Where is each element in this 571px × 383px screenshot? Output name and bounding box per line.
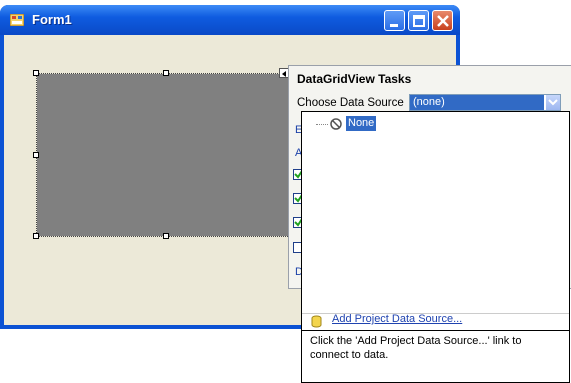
minimize-button[interactable]	[384, 10, 405, 31]
resize-handle-top-left[interactable]	[33, 70, 39, 76]
data-source-value: (none)	[410, 95, 544, 110]
tree-connector	[316, 124, 328, 126]
window-title: Form1	[32, 12, 72, 27]
minimize-icon	[390, 24, 398, 27]
tasks-panel-title: DataGridView Tasks	[297, 72, 412, 86]
maximize-icon	[413, 15, 425, 27]
dropdown-description: Click the 'Add Project Data Source...' l…	[310, 335, 522, 361]
choose-data-source-label: Choose Data Source	[297, 97, 404, 109]
datagridview-control[interactable]	[37, 74, 297, 236]
resize-handle-bottom-left[interactable]	[33, 233, 39, 239]
close-button[interactable]	[432, 10, 453, 31]
data-source-combobox[interactable]: (none)	[409, 94, 561, 111]
close-icon	[437, 15, 449, 27]
triangle-left-icon	[282, 71, 286, 77]
resize-handle-top[interactable]	[163, 70, 169, 76]
data-source-dropdown: None Add Project Data Source... Click th…	[301, 111, 570, 383]
resize-handle-bottom[interactable]	[163, 233, 169, 239]
tree-item-none[interactable]: None	[346, 116, 377, 131]
chevron-down-icon	[548, 99, 558, 106]
maximize-button[interactable]	[408, 10, 429, 31]
add-project-data-source-link[interactable]: Add Project Data Source...	[332, 313, 462, 325]
description-separator	[302, 330, 569, 331]
title-bar[interactable]: Form1	[0, 5, 460, 35]
database-icon	[311, 315, 322, 328]
resize-handle-left[interactable]	[33, 152, 39, 158]
combobox-dropdown-button[interactable]	[545, 95, 560, 110]
no-symbol-icon	[330, 118, 342, 130]
form-icon	[10, 14, 24, 26]
